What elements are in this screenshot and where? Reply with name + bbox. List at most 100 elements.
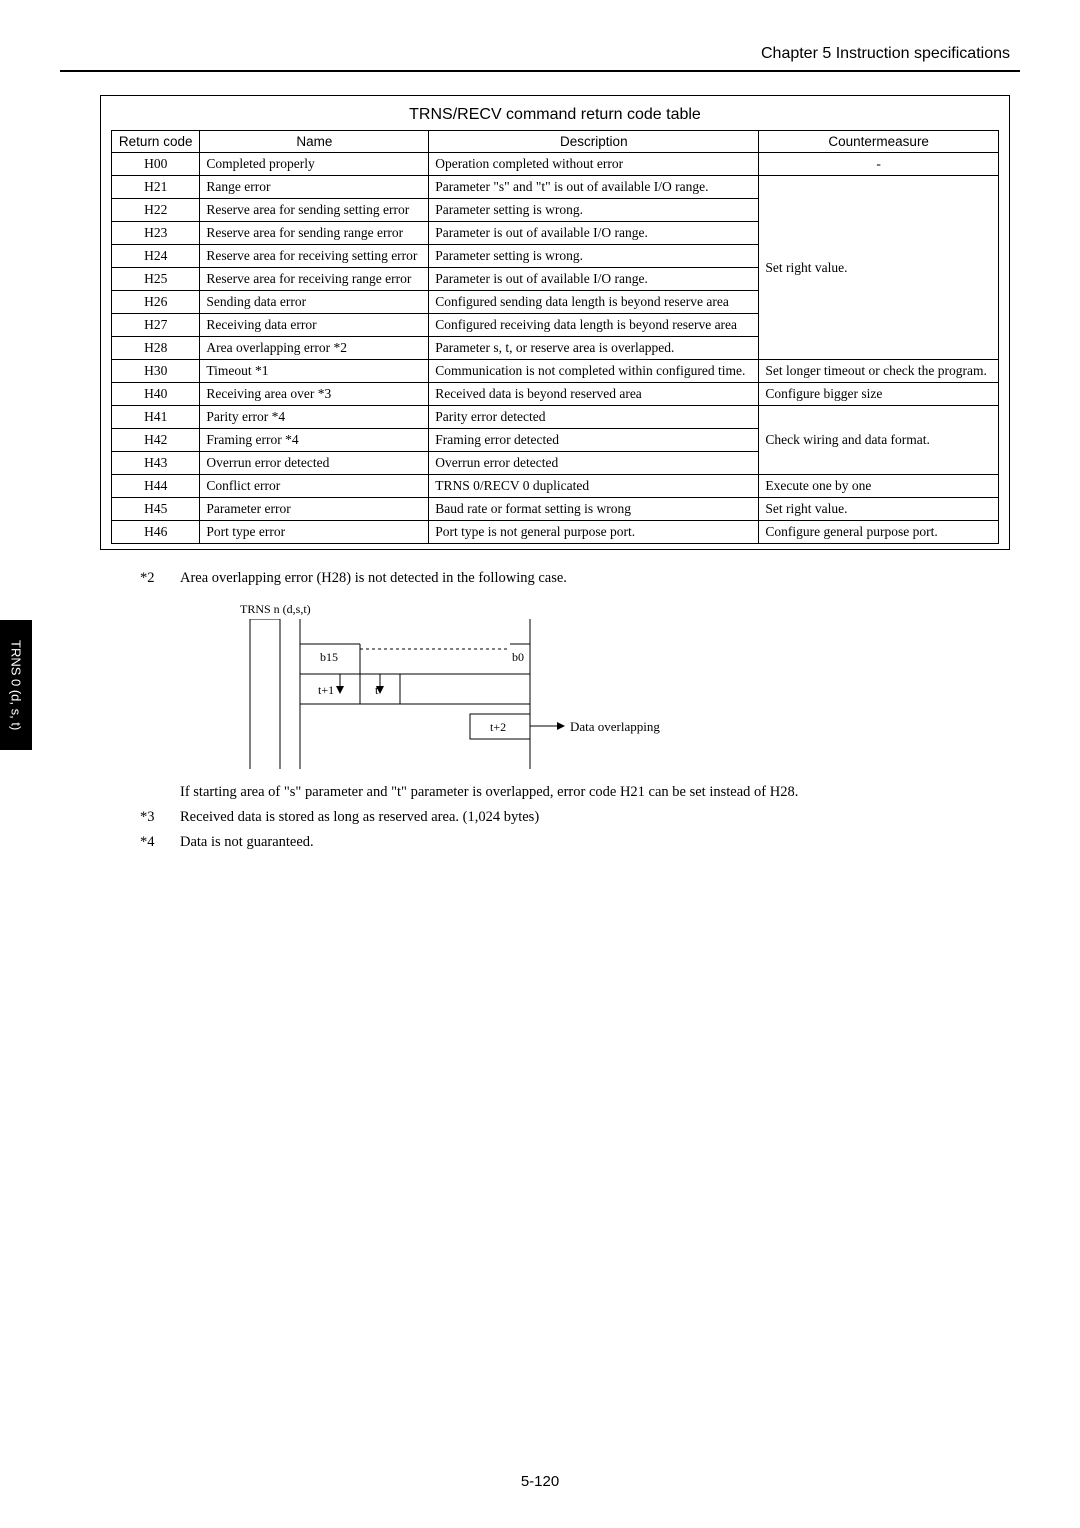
cell-name: Receiving area over *3 [200, 383, 429, 406]
cell-desc: Framing error detected [429, 429, 759, 452]
th-description: Description [429, 131, 759, 153]
cell-desc: Parameter setting is wrong. [429, 199, 759, 222]
table-row: H41 Parity error *4 Parity error detecte… [112, 406, 999, 429]
note-text: Area overlapping error (H28) is not dete… [180, 570, 1010, 587]
cell-cm: Set longer timeout or check the program. [759, 360, 999, 383]
note-text: If starting area of "s" parameter and "t… [180, 784, 1010, 801]
diagram-t1: t+1 [318, 683, 334, 697]
cell-desc: Port type is not general purpose port. [429, 521, 759, 544]
note-marker: *4 [140, 834, 180, 851]
cell-code: H43 [112, 452, 200, 475]
notes-section: *2 Area overlapping error (H28) is not d… [140, 570, 1010, 851]
cell-desc: Parameter "s" and "t" is out of availabl… [429, 176, 759, 199]
cell-desc: TRNS 0/RECV 0 duplicated [429, 475, 759, 498]
cell-name: Completed properly [200, 153, 429, 176]
cell-desc: Communication is not completed within co… [429, 360, 759, 383]
cell-name: Reserve area for receiving range error [200, 268, 429, 291]
side-tab: TRNS 0 (d, s, t) [0, 620, 32, 750]
diagram-header-label: TRNS n (d,s,t) [240, 602, 1010, 617]
note-2: *2 Area overlapping error (H28) is not d… [140, 570, 1010, 587]
cell-name: Reserve area for receiving setting error [200, 245, 429, 268]
diagram-overlap-label: Data overlapping [570, 719, 660, 734]
cell-name: Sending data error [200, 291, 429, 314]
cell-cm: Configure bigger size [759, 383, 999, 406]
cell-code: H40 [112, 383, 200, 406]
cell-code: H45 [112, 498, 200, 521]
table-row: H40 Receiving area over *3 Received data… [112, 383, 999, 406]
th-name: Name [200, 131, 429, 153]
cell-cm: - [759, 153, 999, 176]
cell-cm: Set right value. [759, 498, 999, 521]
cell-code: H22 [112, 199, 200, 222]
cell-code: H46 [112, 521, 200, 544]
page-number: 5-120 [0, 1473, 1080, 1490]
note-text: Data is not guaranteed. [180, 834, 1010, 851]
cell-code: H42 [112, 429, 200, 452]
diagram-t2: t+2 [490, 720, 506, 734]
note-4: *4 Data is not guaranteed. [140, 834, 1010, 851]
table-row: H21 Range error Parameter "s" and "t" is… [112, 176, 999, 199]
table-row: H00 Completed properly Operation complet… [112, 153, 999, 176]
cell-desc: Baud rate or format setting is wrong [429, 498, 759, 521]
cell-desc: Received data is beyond reserved area [429, 383, 759, 406]
note-marker-blank [140, 784, 180, 801]
cell-name: Area overlapping error *2 [200, 337, 429, 360]
cell-name: Overrun error detected [200, 452, 429, 475]
cell-name: Reserve area for sending setting error [200, 199, 429, 222]
note-3: *3 Received data is stored as long as re… [140, 809, 1010, 826]
cell-code: H25 [112, 268, 200, 291]
page-content: TRNS/RECV command return code table Retu… [100, 95, 1010, 859]
cell-code: H28 [112, 337, 200, 360]
table-header-row: Return code Name Description Countermeas… [112, 131, 999, 153]
cell-name: Conflict error [200, 475, 429, 498]
cell-desc: Configured sending data length is beyond… [429, 291, 759, 314]
cell-desc: Parameter is out of available I/O range. [429, 268, 759, 291]
th-countermeasure: Countermeasure [759, 131, 999, 153]
note-marker: *3 [140, 809, 180, 826]
cell-code: H27 [112, 314, 200, 337]
table-row: H46 Port type error Port type is not gen… [112, 521, 999, 544]
note-text: Received data is stored as long as reser… [180, 809, 1010, 826]
cell-name: Framing error *4 [200, 429, 429, 452]
return-code-table: Return code Name Description Countermeas… [111, 130, 999, 544]
cell-desc: Overrun error detected [429, 452, 759, 475]
cell-code: H21 [112, 176, 200, 199]
return-code-table-box: TRNS/RECV command return code table Retu… [100, 95, 1010, 550]
cell-desc: Configured receiving data length is beyo… [429, 314, 759, 337]
chapter-title: Chapter 5 Instruction specifications [761, 45, 1010, 63]
cell-desc: Parity error detected [429, 406, 759, 429]
cell-code: H24 [112, 245, 200, 268]
diagram-svg: b15 b0 t+1 t t+2 Data overlapping [240, 619, 680, 769]
cell-code: H41 [112, 406, 200, 429]
cell-cm: Check wiring and data format. [759, 406, 999, 475]
cell-desc: Parameter is out of available I/O range. [429, 222, 759, 245]
table-row: H45 Parameter error Baud rate or format … [112, 498, 999, 521]
cell-name: Timeout *1 [200, 360, 429, 383]
note-2-followup: If starting area of "s" parameter and "t… [140, 784, 1010, 801]
table-row: H44 Conflict error TRNS 0/RECV 0 duplica… [112, 475, 999, 498]
cell-name: Range error [200, 176, 429, 199]
cell-name: Parity error *4 [200, 406, 429, 429]
cell-name: Port type error [200, 521, 429, 544]
overlap-diagram: TRNS n (d,s,t) b15 b0 [240, 602, 1010, 769]
cell-desc: Operation completed without error [429, 153, 759, 176]
cell-code: H00 [112, 153, 200, 176]
cell-cm: Set right value. [759, 176, 999, 360]
cell-desc: Parameter s, t, or reserve area is overl… [429, 337, 759, 360]
note-marker: *2 [140, 570, 180, 587]
diagram-b0: b0 [512, 650, 524, 664]
cell-code: H44 [112, 475, 200, 498]
cell-cm: Configure general purpose port. [759, 521, 999, 544]
cell-name: Parameter error [200, 498, 429, 521]
cell-cm: Execute one by one [759, 475, 999, 498]
table-title: TRNS/RECV command return code table [111, 106, 999, 124]
cell-name: Receiving data error [200, 314, 429, 337]
header-rule [60, 70, 1020, 72]
cell-code: H30 [112, 360, 200, 383]
cell-name: Reserve area for sending range error [200, 222, 429, 245]
table-row: H30 Timeout *1 Communication is not comp… [112, 360, 999, 383]
cell-code: H26 [112, 291, 200, 314]
cell-code: H23 [112, 222, 200, 245]
th-return-code: Return code [112, 131, 200, 153]
diagram-b15: b15 [320, 650, 338, 664]
